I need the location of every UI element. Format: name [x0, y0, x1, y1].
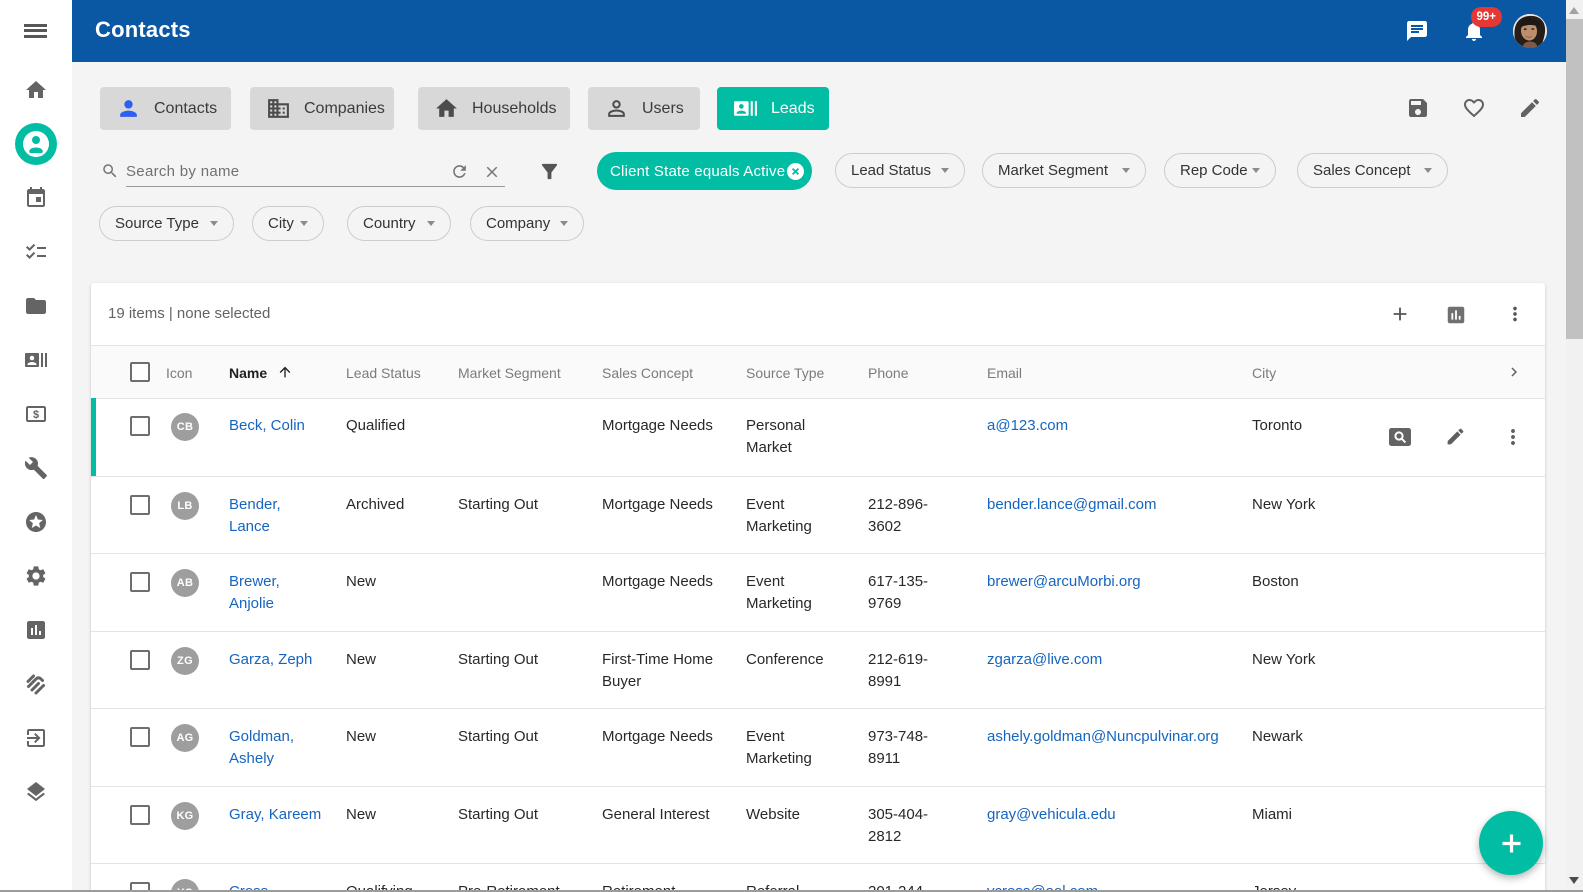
- svg-text:$: $: [33, 409, 39, 421]
